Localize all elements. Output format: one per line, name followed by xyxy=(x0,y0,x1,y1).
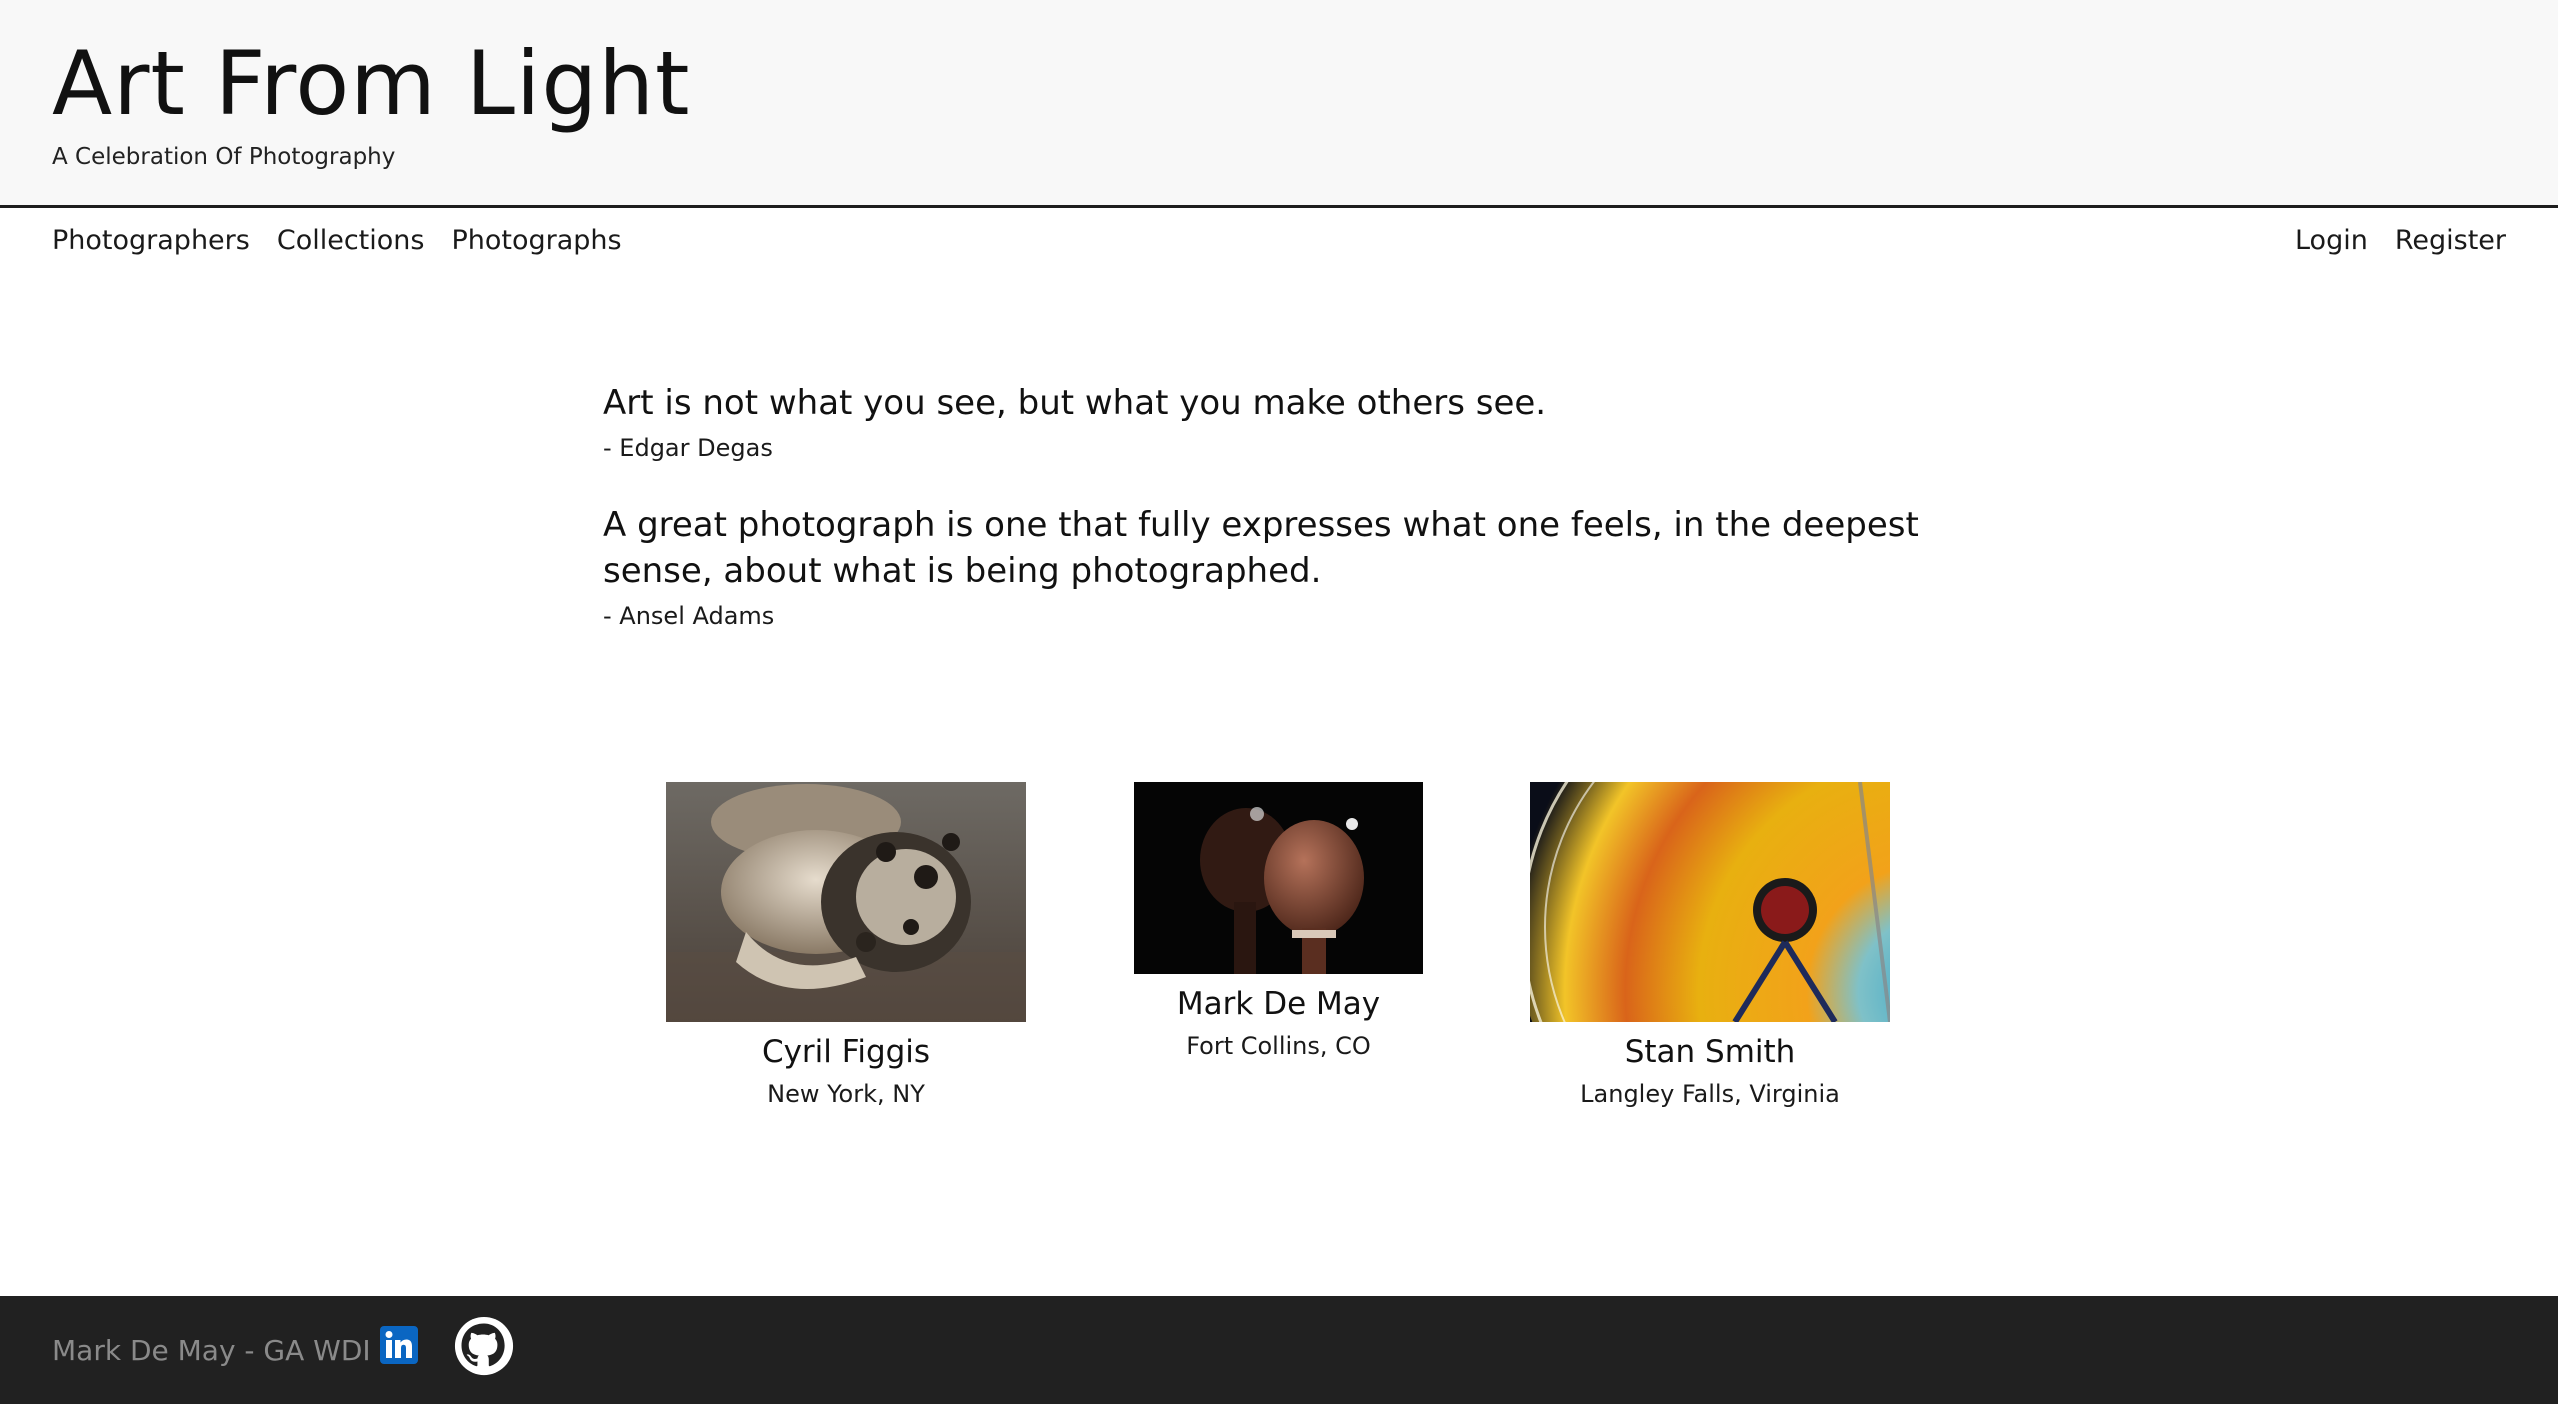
ferris-wheel-photo[interactable] xyxy=(1530,782,1890,1022)
nav-left: Photographers Collections Photographs xyxy=(52,225,622,256)
nav-link-register[interactable]: Register xyxy=(2395,225,2506,256)
main-nav: Photographers Collections Photographs Lo… xyxy=(0,211,2558,275)
quote-author: - Ansel Adams xyxy=(603,602,775,630)
photographer-card-cyril-figgis[interactable]: Cyril Figgis New York, NY xyxy=(666,782,1026,1108)
photographer-card-mark-de-may[interactable]: Mark De May Fort Collins, CO xyxy=(1134,782,1423,1060)
nav-link-login[interactable]: Login xyxy=(2295,225,2368,256)
footer-credit: Mark De May - GA WDI xyxy=(52,1334,371,1367)
chess-pieces-photo[interactable] xyxy=(1134,782,1423,974)
quote-text: A great photograph is one that fully exp… xyxy=(603,505,1919,591)
quote-author: - Edgar Degas xyxy=(603,434,773,462)
linkedin-icon[interactable] xyxy=(380,1326,418,1364)
site-subtitle: A Celebration Of Photography xyxy=(52,144,396,170)
nav-right: Login Register xyxy=(2295,225,2506,256)
site-title[interactable]: Art From Light xyxy=(52,40,690,128)
page: Art From Light A Celebration Of Photogra… xyxy=(0,0,2558,1404)
site-header: Art From Light A Celebration Of Photogra… xyxy=(0,0,2558,208)
photographer-name[interactable]: Cyril Figgis xyxy=(666,1034,1026,1070)
mushroom-photo[interactable] xyxy=(666,782,1026,1022)
nav-link-photographers[interactable]: Photographers xyxy=(52,225,250,256)
quote: Art is not what you see, but what you ma… xyxy=(603,380,1963,462)
nav-link-collections[interactable]: Collections xyxy=(277,225,425,256)
photographer-name[interactable]: Mark De May xyxy=(1134,986,1423,1022)
quote: A great photograph is one that fully exp… xyxy=(603,502,1963,630)
nav-link-photographs[interactable]: Photographs xyxy=(451,225,621,256)
photographer-location: New York, NY xyxy=(767,1080,925,1108)
github-icon[interactable] xyxy=(454,1316,514,1376)
photographer-location: Langley Falls, Virginia xyxy=(1580,1080,1840,1108)
quote-text: Art is not what you see, but what you ma… xyxy=(603,383,1547,423)
photographer-card-stan-smith[interactable]: Stan Smith Langley Falls, Virginia xyxy=(1530,782,1890,1108)
site-footer: Mark De May - GA WDI xyxy=(0,1296,2558,1404)
photographer-name[interactable]: Stan Smith xyxy=(1530,1034,1890,1070)
quotes-section: Art is not what you see, but what you ma… xyxy=(603,380,1963,670)
photographer-location: Fort Collins, CO xyxy=(1186,1032,1371,1060)
